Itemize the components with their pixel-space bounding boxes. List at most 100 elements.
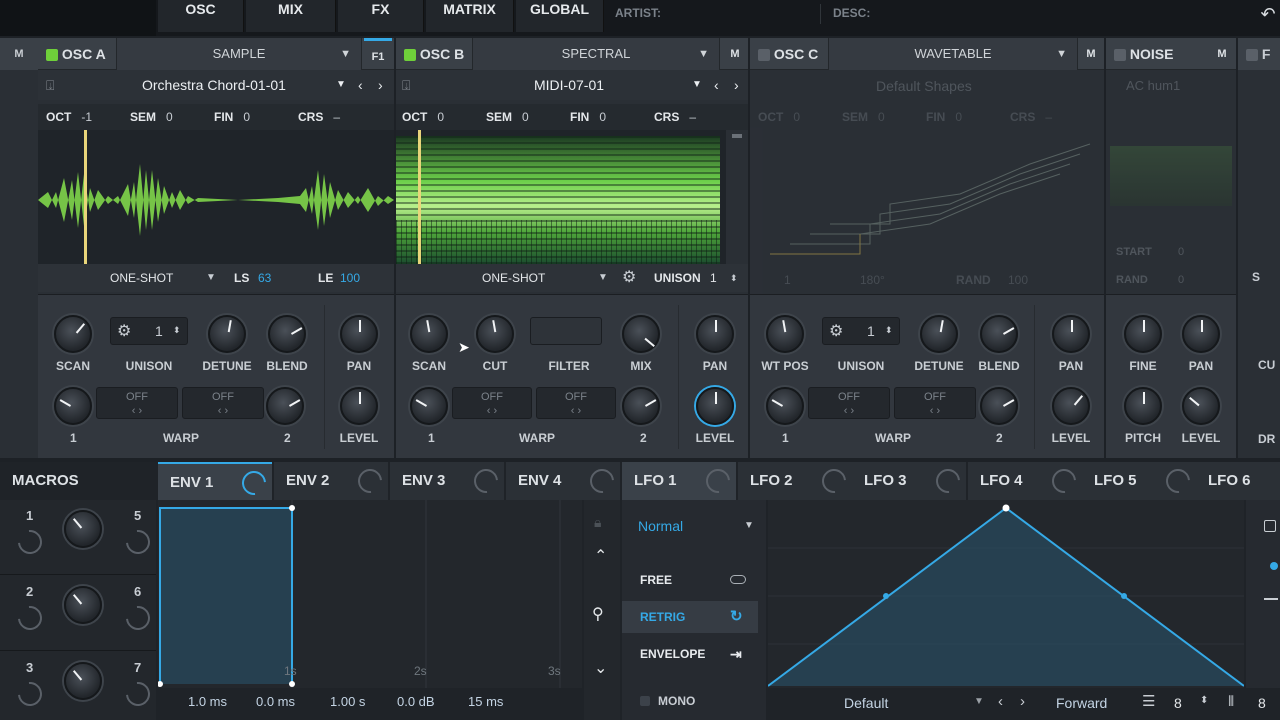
mute-button[interactable]: M: [0, 38, 38, 70]
arrows-icon[interactable]: ‹ ›: [487, 405, 497, 417]
lfo-mode-dropdown[interactable]: Normal: [638, 518, 683, 534]
chevron-down-icon[interactable]: ▼: [336, 70, 346, 100]
mute-button[interactable]: M: [1210, 38, 1234, 70]
tab-lfo4[interactable]: LFO 4: [968, 462, 1082, 500]
unison-box[interactable]: ⚙ 1 ⬍: [822, 317, 900, 345]
noise-waveform[interactable]: [1110, 146, 1232, 206]
fin-value[interactable]: 0: [599, 110, 606, 124]
oct-value[interactable]: 0: [437, 110, 444, 124]
next-arrow-icon[interactable]: ›: [1020, 693, 1025, 710]
warp2-dropdown[interactable]: OFF ‹ ›: [894, 387, 976, 419]
chevron-down-icon[interactable]: ▼: [974, 696, 984, 707]
fin-value[interactable]: 0: [243, 110, 250, 124]
decay-value[interactable]: 1.00 s: [330, 694, 365, 709]
wt-pos-knob[interactable]: [766, 315, 804, 353]
pan-knob[interactable]: [340, 315, 378, 353]
warp1-knob[interactable]: [54, 387, 92, 425]
arrows-icon[interactable]: ‹ ›: [844, 405, 854, 417]
search-icon[interactable]: ⚲: [592, 604, 604, 624]
grid-value[interactable]: 8: [1174, 695, 1182, 711]
lfo-graph[interactable]: [767, 500, 1245, 688]
filter-header[interactable]: F: [1238, 38, 1280, 70]
osc-c-toggle[interactable]: OSC C: [750, 38, 828, 70]
warp2-dropdown[interactable]: OFF ‹ ›: [182, 387, 264, 419]
macro-ring-icon[interactable]: [13, 677, 47, 711]
chevron-down-icon[interactable]: ▼: [206, 264, 216, 292]
mod-ring-icon[interactable]: [353, 464, 387, 498]
next-arrow-icon[interactable]: ›: [378, 70, 383, 100]
sustain-value[interactable]: 0.0 dB: [397, 694, 435, 709]
grid-value-2[interactable]: 8: [1258, 695, 1266, 711]
prev-arrow-icon[interactable]: ‹: [714, 70, 719, 100]
macro-knob[interactable]: [64, 662, 102, 700]
fine-knob[interactable]: [1124, 315, 1162, 353]
osc-a-toggle[interactable]: OSC A: [38, 38, 116, 70]
play-mode-dropdown[interactable]: ONE-SHOT: [482, 264, 545, 292]
prev-arrow-icon[interactable]: ‹: [358, 70, 363, 100]
sem-value[interactable]: 0: [522, 110, 529, 124]
osc-b-mode-dropdown[interactable]: SPECTRAL ▼: [472, 38, 720, 70]
enable-led-icon[interactable]: [46, 49, 58, 62]
osc-a-sample-name[interactable]: Orchestra Chord-01-01: [142, 70, 286, 100]
chevron-up-icon[interactable]: ⌃: [594, 546, 607, 566]
enable-led-icon[interactable]: [1114, 49, 1126, 62]
osc-a-mode-dropdown[interactable]: SAMPLE ▼: [116, 38, 362, 70]
enable-led-icon[interactable]: [758, 49, 770, 62]
sem-value[interactable]: 0: [166, 110, 173, 124]
next-arrow-icon[interactable]: ›: [734, 70, 739, 100]
mod-ring-icon[interactable]: [237, 466, 271, 500]
tab-env1[interactable]: ENV 1: [158, 462, 272, 500]
mod-ring-icon[interactable]: [931, 464, 965, 498]
warp1-knob[interactable]: [766, 387, 804, 425]
osc-c-mode-dropdown[interactable]: WAVETABLE ▼: [828, 38, 1078, 70]
filter-route-button[interactable]: F1: [364, 38, 392, 70]
tab-mix[interactable]: MIX: [246, 0, 336, 32]
tab-osc[interactable]: OSC: [158, 0, 244, 32]
scan-knob[interactable]: [410, 315, 448, 353]
arrows-icon[interactable]: ‹ ›: [930, 405, 940, 417]
rand-value[interactable]: 0: [1178, 274, 1184, 286]
hold-value[interactable]: 0.0 ms: [256, 694, 295, 709]
mod-ring-icon[interactable]: [817, 464, 851, 498]
mono-checkbox[interactable]: [640, 696, 650, 706]
gear-icon[interactable]: ⚙: [117, 321, 131, 341]
macro-ring-icon[interactable]: [121, 677, 155, 711]
crs-value[interactable]: –: [689, 110, 696, 124]
tab-lfo2[interactable]: LFO 2: [738, 462, 852, 500]
release-value[interactable]: 15 ms: [468, 694, 503, 709]
level-knob[interactable]: [1182, 387, 1220, 425]
blend-knob[interactable]: [980, 315, 1018, 353]
chevron-down-icon[interactable]: ▼: [692, 70, 702, 100]
level-knob[interactable]: [1052, 387, 1090, 425]
fin-value[interactable]: 0: [955, 110, 962, 124]
warp1-dropdown[interactable]: OFF ‹ ›: [452, 387, 532, 419]
cut-knob[interactable]: [476, 315, 514, 353]
mod-ring-icon[interactable]: [1161, 464, 1195, 498]
macro-ring-icon[interactable]: [121, 525, 155, 559]
chevron-down-icon[interactable]: ▼: [598, 264, 608, 292]
arrows-icon[interactable]: ‹ ›: [218, 405, 228, 417]
rand-value[interactable]: 100: [1008, 266, 1028, 294]
ls-value[interactable]: 63: [258, 264, 271, 292]
tab-lfo3[interactable]: LFO 3: [852, 462, 966, 500]
blend-knob[interactable]: [268, 315, 306, 353]
free-option[interactable]: FREE: [622, 564, 758, 596]
detune-knob[interactable]: [208, 315, 246, 353]
lfo-shape-preset[interactable]: Default: [844, 695, 888, 711]
warp1-dropdown[interactable]: OFF ‹ ›: [808, 387, 890, 419]
warp2-knob[interactable]: [266, 387, 304, 425]
macro-knob[interactable]: [64, 510, 102, 548]
wavetable-name[interactable]: Default Shapes: [876, 78, 972, 94]
save-icon[interactable]: ⍗: [46, 70, 54, 100]
macro-ring-icon[interactable]: [13, 601, 47, 635]
enable-led-icon[interactable]: [1246, 49, 1258, 62]
start-value[interactable]: 0: [1178, 246, 1184, 258]
tab-lfo6[interactable]: LFO 6: [1196, 462, 1280, 500]
crs-value[interactable]: –: [1045, 110, 1052, 124]
tab-matrix[interactable]: MATRIX: [426, 0, 514, 32]
chevron-down-icon[interactable]: ⌄: [594, 658, 607, 678]
noise-toggle[interactable]: NOISE: [1106, 38, 1206, 70]
gear-icon[interactable]: ⚙: [829, 321, 843, 341]
warp2-dropdown[interactable]: OFF ‹ ›: [536, 387, 616, 419]
pan-knob[interactable]: [1052, 315, 1090, 353]
